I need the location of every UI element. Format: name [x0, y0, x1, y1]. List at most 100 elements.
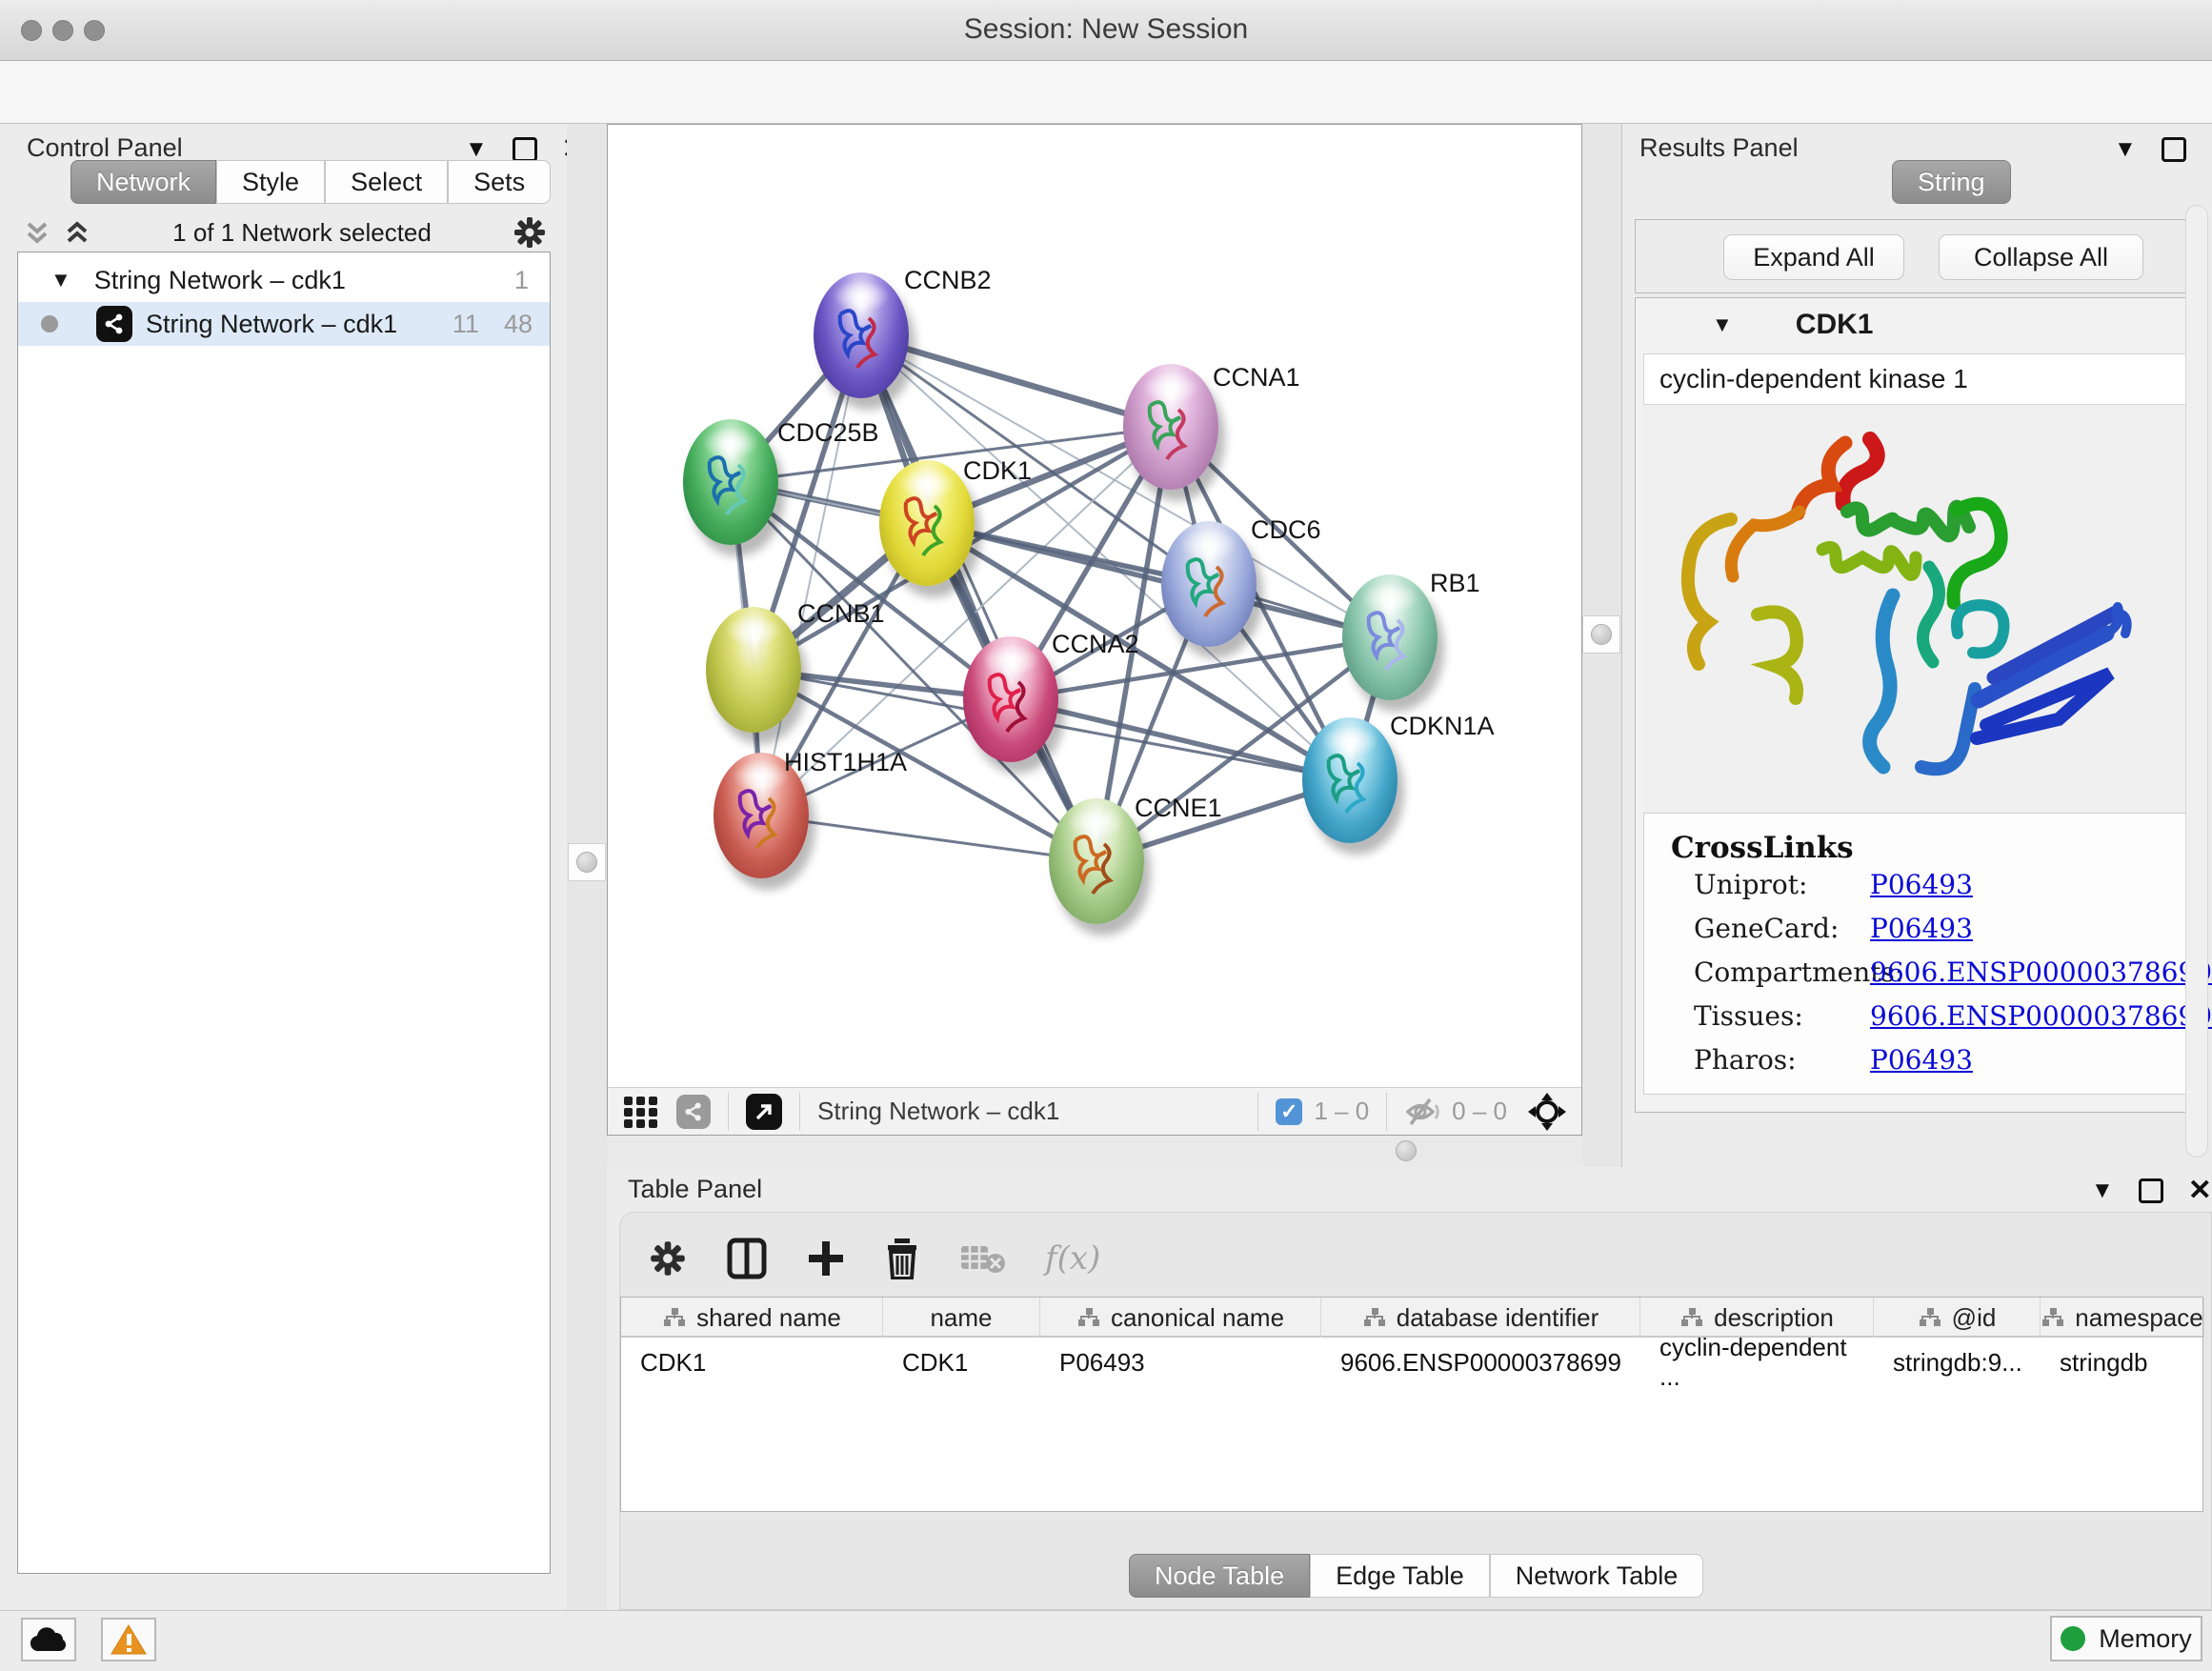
table-cell[interactable]: P06493	[1040, 1343, 1321, 1381]
shared-column-icon	[1362, 1307, 1387, 1328]
tab-style[interactable]: Style	[216, 160, 325, 204]
column-header--id[interactable]: @id	[1874, 1298, 2041, 1338]
window-title: Session: New Session	[0, 13, 2212, 46]
crosslink-row: GeneCard: P06493	[1694, 913, 2170, 944]
node-label-cdc6: CDC6	[1251, 515, 1321, 545]
table-gear-icon[interactable]	[649, 1239, 687, 1278]
left-splitter[interactable]	[567, 124, 607, 1610]
table-panel-close-icon[interactable]: ✕	[2188, 1177, 2212, 1205]
column-header-name[interactable]: name	[883, 1298, 1040, 1338]
column-header-namespace[interactable]: namespace	[2041, 1298, 2204, 1338]
column-header-label: shared name	[696, 1303, 841, 1333]
control-panel-tabs: NetworkStyleSelectSets	[70, 160, 551, 204]
crosslink-value-link[interactable]: 9606.ENSP00000378699	[1870, 1000, 2212, 1032]
crosslink-row: Uniprot:P06493	[1694, 869, 2170, 900]
crosslink-value-link[interactable]: P06493	[1870, 1044, 1973, 1076]
network-node-ccna1[interactable]	[1123, 364, 1218, 490]
network-node-cdc25b[interactable]	[683, 419, 778, 545]
table-panel-float-icon[interactable]	[2139, 1178, 2163, 1203]
toolbar-separator	[799, 1093, 800, 1131]
status-bar: Memory	[0, 1610, 2212, 1671]
collection-expand-triangle[interactable]: ▼	[50, 268, 71, 292]
table-panel-body: f(x) shared namenamecanonical namedataba…	[619, 1212, 2212, 1610]
table-cell[interactable]: cyclin-dependent ...	[1640, 1343, 1874, 1381]
control-panel-collapse-icon[interactable]: ▼	[465, 138, 488, 161]
network-node-ccnb2[interactable]	[814, 272, 909, 398]
tab-sets[interactable]: Sets	[448, 160, 551, 204]
birds-eye-view-icon[interactable]	[623, 1096, 659, 1128]
control-panel: Control Panel ▼ ✕ NetworkStyleSelectSets…	[0, 124, 568, 1610]
tab-network-table[interactable]: Network Table	[1490, 1554, 1704, 1598]
column-header-canonical-name[interactable]: canonical name	[1040, 1298, 1321, 1338]
tab-string[interactable]: String	[1892, 160, 2011, 204]
collapse-all-button[interactable]: Collapse All	[1939, 234, 2143, 280]
expand-all-button[interactable]: Expand All	[1723, 234, 1904, 280]
results-panel-title: Results Panel	[1639, 133, 1799, 163]
gene-collapse-triangle[interactable]: ▼	[1712, 312, 1733, 337]
horizontal-splitter[interactable]	[607, 1136, 1582, 1167]
gene-name: CDK1	[1796, 309, 1874, 341]
table-panel-collapse-icon[interactable]: ▼	[2091, 1179, 2114, 1202]
selected-checkbox-icon[interactable]: ✓	[1276, 1098, 1302, 1125]
network-edge[interactable]	[761, 815, 1096, 861]
crosslink-value-link[interactable]: 9606.ENSP00000378699	[1870, 956, 2212, 988]
results-panel-collapse-icon[interactable]: ▼	[2114, 138, 2137, 161]
tab-network[interactable]: Network	[70, 160, 216, 204]
tab-select[interactable]: Select	[325, 160, 448, 204]
column-header-shared-name[interactable]: shared name	[621, 1298, 883, 1338]
table-cell[interactable]: stringdb:9...	[1874, 1343, 2041, 1381]
network-edge[interactable]	[761, 335, 861, 815]
tab-edge-table[interactable]: Edge Table	[1310, 1554, 1490, 1598]
cloud-icon	[30, 1626, 68, 1653]
splitter-handle-dot[interactable]	[1591, 624, 1612, 645]
right-splitter[interactable]	[1582, 124, 1622, 1167]
network-node-cdkn1a[interactable]	[1302, 717, 1398, 843]
network-name: String Network – cdk1	[146, 310, 397, 339]
network-node-cdk1[interactable]	[879, 460, 975, 586]
cloud-status-button[interactable]	[21, 1618, 76, 1661]
table-cell[interactable]: CDK1	[621, 1343, 883, 1381]
network-node-ccne1[interactable]	[1049, 798, 1144, 924]
network-collection-row[interactable]: ▼ String Network – cdk1 1	[18, 258, 550, 302]
open-in-window-icon[interactable]	[746, 1094, 782, 1130]
gear-icon[interactable]	[513, 215, 547, 250]
tab-node-table[interactable]: Node Table	[1129, 1554, 1310, 1598]
network-edge[interactable]	[861, 335, 1096, 861]
table-cell[interactable]: 9606.ENSP00000378699	[1321, 1343, 1640, 1381]
column-header-database-identifier[interactable]: database identifier	[1321, 1298, 1640, 1338]
collapse-all-chevrons-icon[interactable]	[23, 218, 51, 247]
protein-cartoon-icon	[1066, 827, 1127, 899]
column-header-description[interactable]: description	[1640, 1298, 1874, 1338]
table-panel-title: Table Panel	[628, 1175, 762, 1204]
splitter-handle-dot[interactable]	[1396, 1140, 1417, 1161]
node-label-rb1: RB1	[1430, 569, 1480, 598]
network-node-ccnb1[interactable]	[706, 607, 801, 733]
crosslink-value-link[interactable]: P06493	[1870, 913, 1973, 944]
select-columns-icon[interactable]	[727, 1238, 767, 1279]
results-panel-float-icon[interactable]	[2162, 137, 2186, 162]
table-cell[interactable]: CDK1	[883, 1343, 1040, 1381]
delete-column-icon[interactable]	[885, 1238, 919, 1279]
network-canvas[interactable]: CCNB2CCNA1CDC25BCDK1CDC6RB1CCNB1CCNA2CDK…	[608, 125, 1581, 1085]
fit-content-crosshair-icon[interactable]	[1526, 1091, 1568, 1133]
crosslink-value-link[interactable]: P06493	[1870, 869, 1973, 900]
add-column-icon[interactable]	[807, 1239, 845, 1278]
network-node-rb1[interactable]	[1342, 574, 1438, 700]
splitter-handle-dot[interactable]	[576, 852, 597, 873]
crosslink-label: GeneCard:	[1694, 913, 1839, 944]
node-table-grid[interactable]: shared name name canonical name database id…	[620, 1297, 2203, 1512]
network-node-cdc6[interactable]	[1161, 521, 1257, 647]
shared-column-icon	[1918, 1307, 1942, 1328]
network-node-ccna2[interactable]	[963, 636, 1058, 762]
control-panel-float-icon[interactable]	[513, 137, 537, 162]
column-header-label: canonical name	[1111, 1303, 1284, 1333]
string-panel-icon[interactable]	[676, 1095, 711, 1129]
network-list: ▼ String Network – cdk1 1 String Network…	[17, 252, 551, 1574]
results-scrollbar[interactable]	[2185, 205, 2208, 1158]
memory-button[interactable]: Memory	[2050, 1616, 2202, 1661]
table-cell[interactable]: stringdb	[2041, 1343, 2204, 1381]
column-header-label: namespace	[2075, 1303, 2202, 1333]
expand-all-chevrons-icon[interactable]	[63, 218, 91, 247]
warning-status-button[interactable]	[101, 1618, 156, 1661]
network-row[interactable]: String Network – cdk1 11 48	[18, 302, 550, 346]
